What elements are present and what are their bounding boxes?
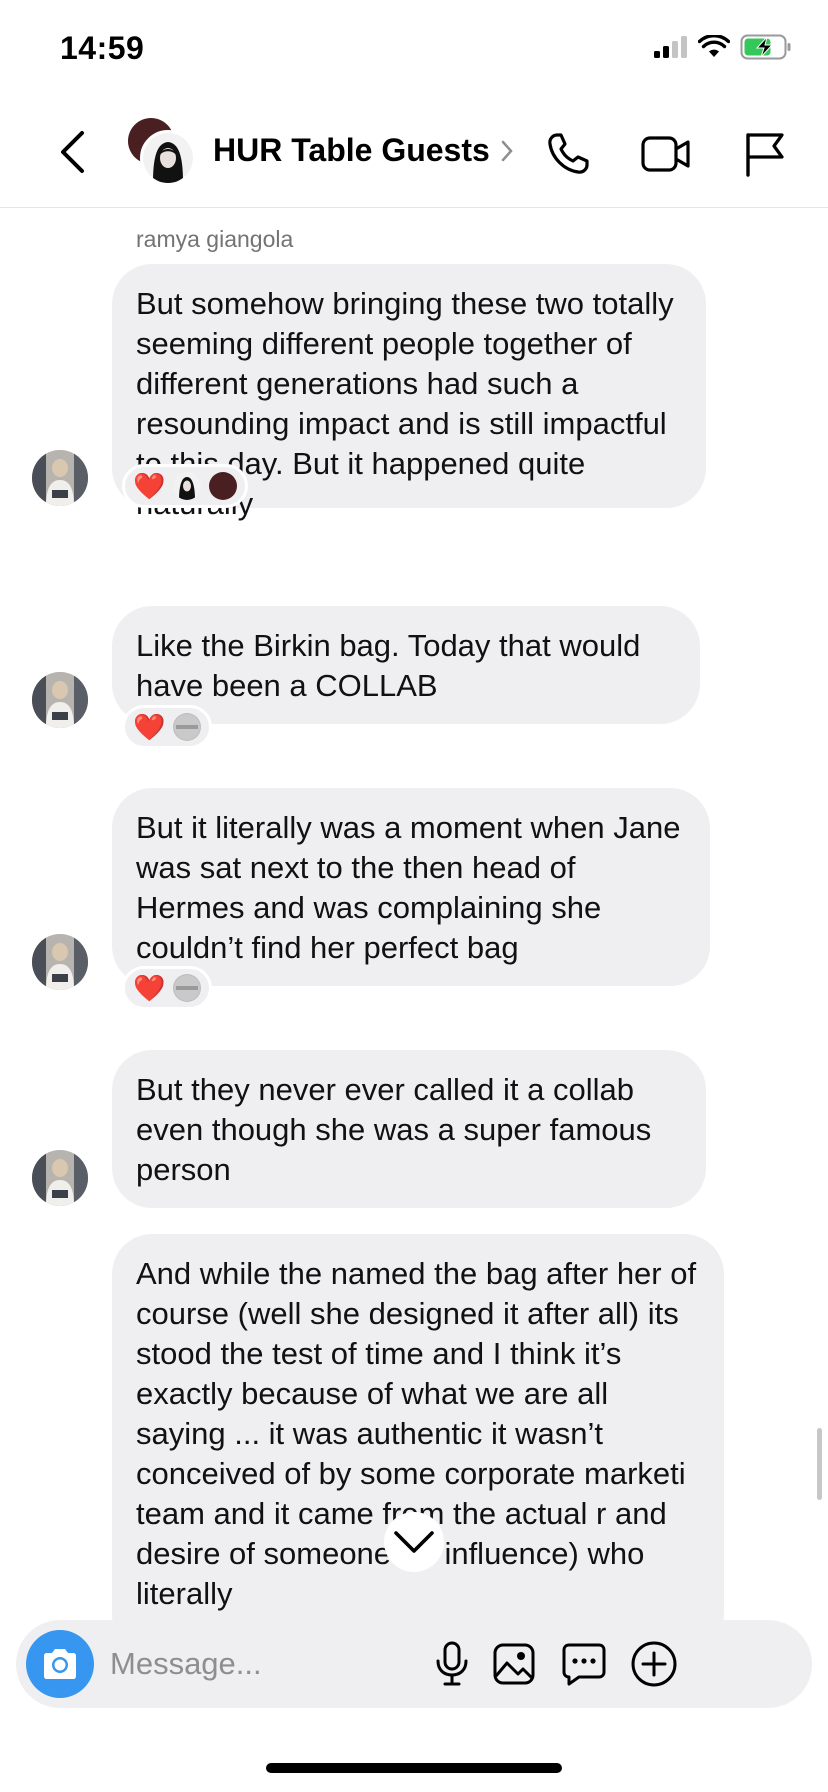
member-avatar-bw: [140, 130, 196, 186]
scroll-to-bottom-button[interactable]: [384, 1512, 444, 1572]
video-camera-icon: [641, 136, 690, 172]
plus-circle-icon: [631, 1641, 677, 1687]
chevron-left-icon: [61, 131, 84, 173]
image-icon: [493, 1643, 535, 1685]
chevron-down-icon: [394, 1531, 434, 1553]
video-call-button[interactable]: [638, 126, 694, 182]
reactor-avatar: [173, 472, 202, 500]
heart-reaction-icon: ❤️: [133, 471, 166, 501]
home-indicator[interactable]: [266, 1763, 562, 1773]
status-icons: [654, 34, 792, 65]
chat-title[interactable]: HUR Table Guests: [213, 132, 490, 169]
message-bubble[interactable]: But they never ever called it a collab e…: [112, 1050, 706, 1208]
sender-avatar[interactable]: [32, 450, 88, 506]
message-bubble[interactable]: Like the Birkin bag. Today that would ha…: [112, 606, 700, 724]
heart-reaction-icon: ❤️: [133, 973, 166, 1003]
back-button[interactable]: [50, 122, 96, 182]
status-bar: 14:59: [0, 0, 828, 100]
camera-icon: [44, 1649, 76, 1679]
gallery-button[interactable]: [488, 1638, 540, 1690]
microphone-icon: [436, 1641, 468, 1686]
wifi-icon: [697, 34, 731, 64]
reactions-bar[interactable]: ❤️: [122, 966, 213, 1010]
scrollbar[interactable]: [817, 1428, 822, 1500]
signal-icon: [654, 36, 688, 63]
sticker-icon: [562, 1643, 606, 1686]
chat-header: HUR Table Guests: [0, 100, 828, 208]
message-composer: [16, 1620, 812, 1708]
reactions-bar[interactable]: ❤️: [122, 464, 249, 508]
sender-avatar[interactable]: [32, 1150, 88, 1206]
sender-name: ramya giangola: [136, 226, 294, 252]
status-time: 14:59: [60, 30, 145, 66]
heart-reaction-icon: ❤️: [133, 712, 166, 742]
reactor-avatar: [209, 472, 238, 500]
voice-message-button[interactable]: [426, 1638, 478, 1690]
phone-icon: [548, 133, 589, 174]
message-bubble[interactable]: But it literally was a moment when Jane …: [112, 788, 710, 986]
sender-avatar[interactable]: [32, 672, 88, 728]
reactor-avatar: [173, 974, 202, 1002]
group-avatar[interactable]: [126, 118, 196, 186]
sender-avatar[interactable]: [32, 934, 88, 990]
sticker-button[interactable]: [558, 1638, 610, 1690]
flag-icon: [746, 133, 784, 177]
chevron-right-icon: [500, 138, 514, 170]
camera-button[interactable]: [26, 1630, 94, 1698]
report-button[interactable]: [736, 126, 792, 182]
more-options-button[interactable]: [628, 1638, 680, 1690]
message-list[interactable]: ramya giangola But somehow bringing thes…: [0, 208, 828, 1620]
battery-charging-icon: [740, 34, 792, 65]
reactor-avatar: [173, 713, 202, 741]
audio-call-button[interactable]: [540, 126, 596, 182]
reactions-bar[interactable]: ❤️: [122, 705, 213, 749]
